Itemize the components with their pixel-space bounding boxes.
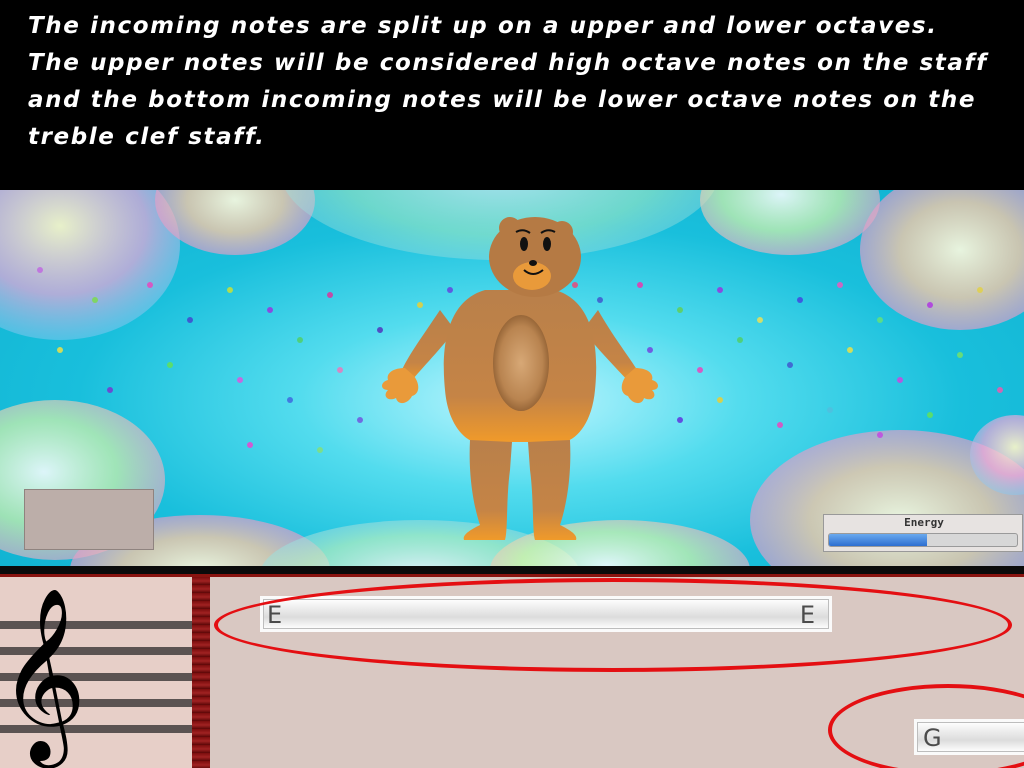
upper-lane-highlight-ring: [214, 578, 1012, 672]
scene-divider: [0, 566, 1024, 574]
energy-bar-fill: [829, 534, 927, 546]
energy-panel: Energy: [823, 514, 1023, 552]
instruction-text: The incoming notes are split up on a upp…: [28, 13, 988, 150]
bear-character: [382, 217, 658, 540]
energy-bar: [828, 533, 1018, 547]
energy-label: Energy: [904, 516, 944, 529]
status-panel: [24, 489, 154, 550]
instruction-banner: The incoming notes are split up on a upp…: [0, 0, 1024, 190]
hit-line-bar: [192, 577, 210, 768]
treble-clef-staff: 𝄞: [0, 577, 192, 768]
lower-lane-highlight-ring: [828, 684, 1024, 768]
treble-clef-icon: 𝄞: [0, 587, 87, 761]
note-track-area: 𝄞 E E G: [0, 574, 1024, 768]
